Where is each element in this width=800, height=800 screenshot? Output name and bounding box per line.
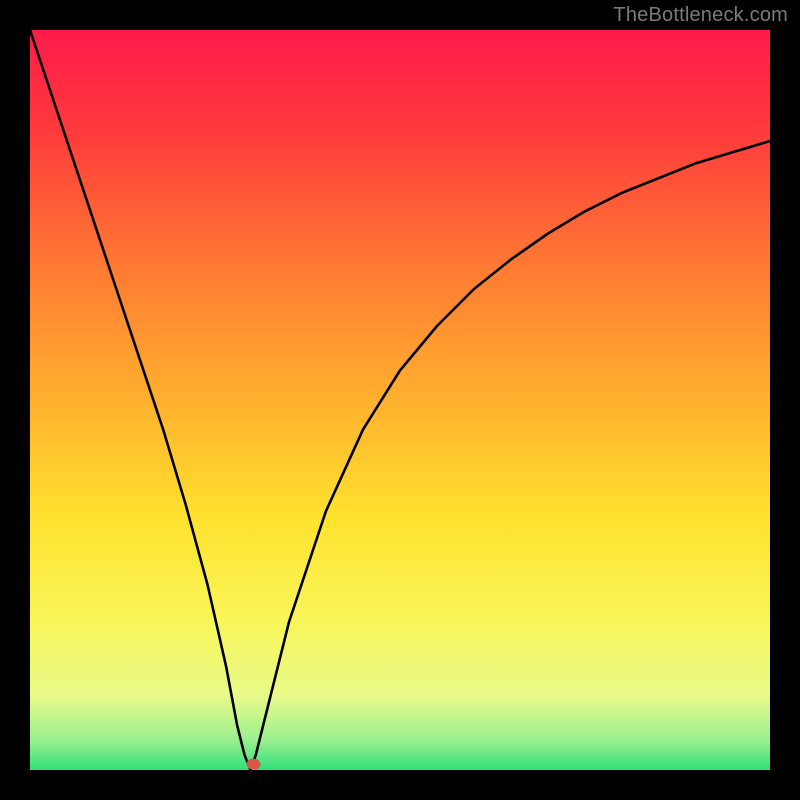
chart-svg [30, 30, 770, 770]
watermark-text: TheBottleneck.com [613, 4, 788, 27]
bottleneck-curve [30, 30, 770, 770]
optimal-point-dot [246, 759, 260, 770]
chart-plot-area [30, 30, 770, 770]
chart-frame: TheBottleneck.com [0, 0, 800, 800]
